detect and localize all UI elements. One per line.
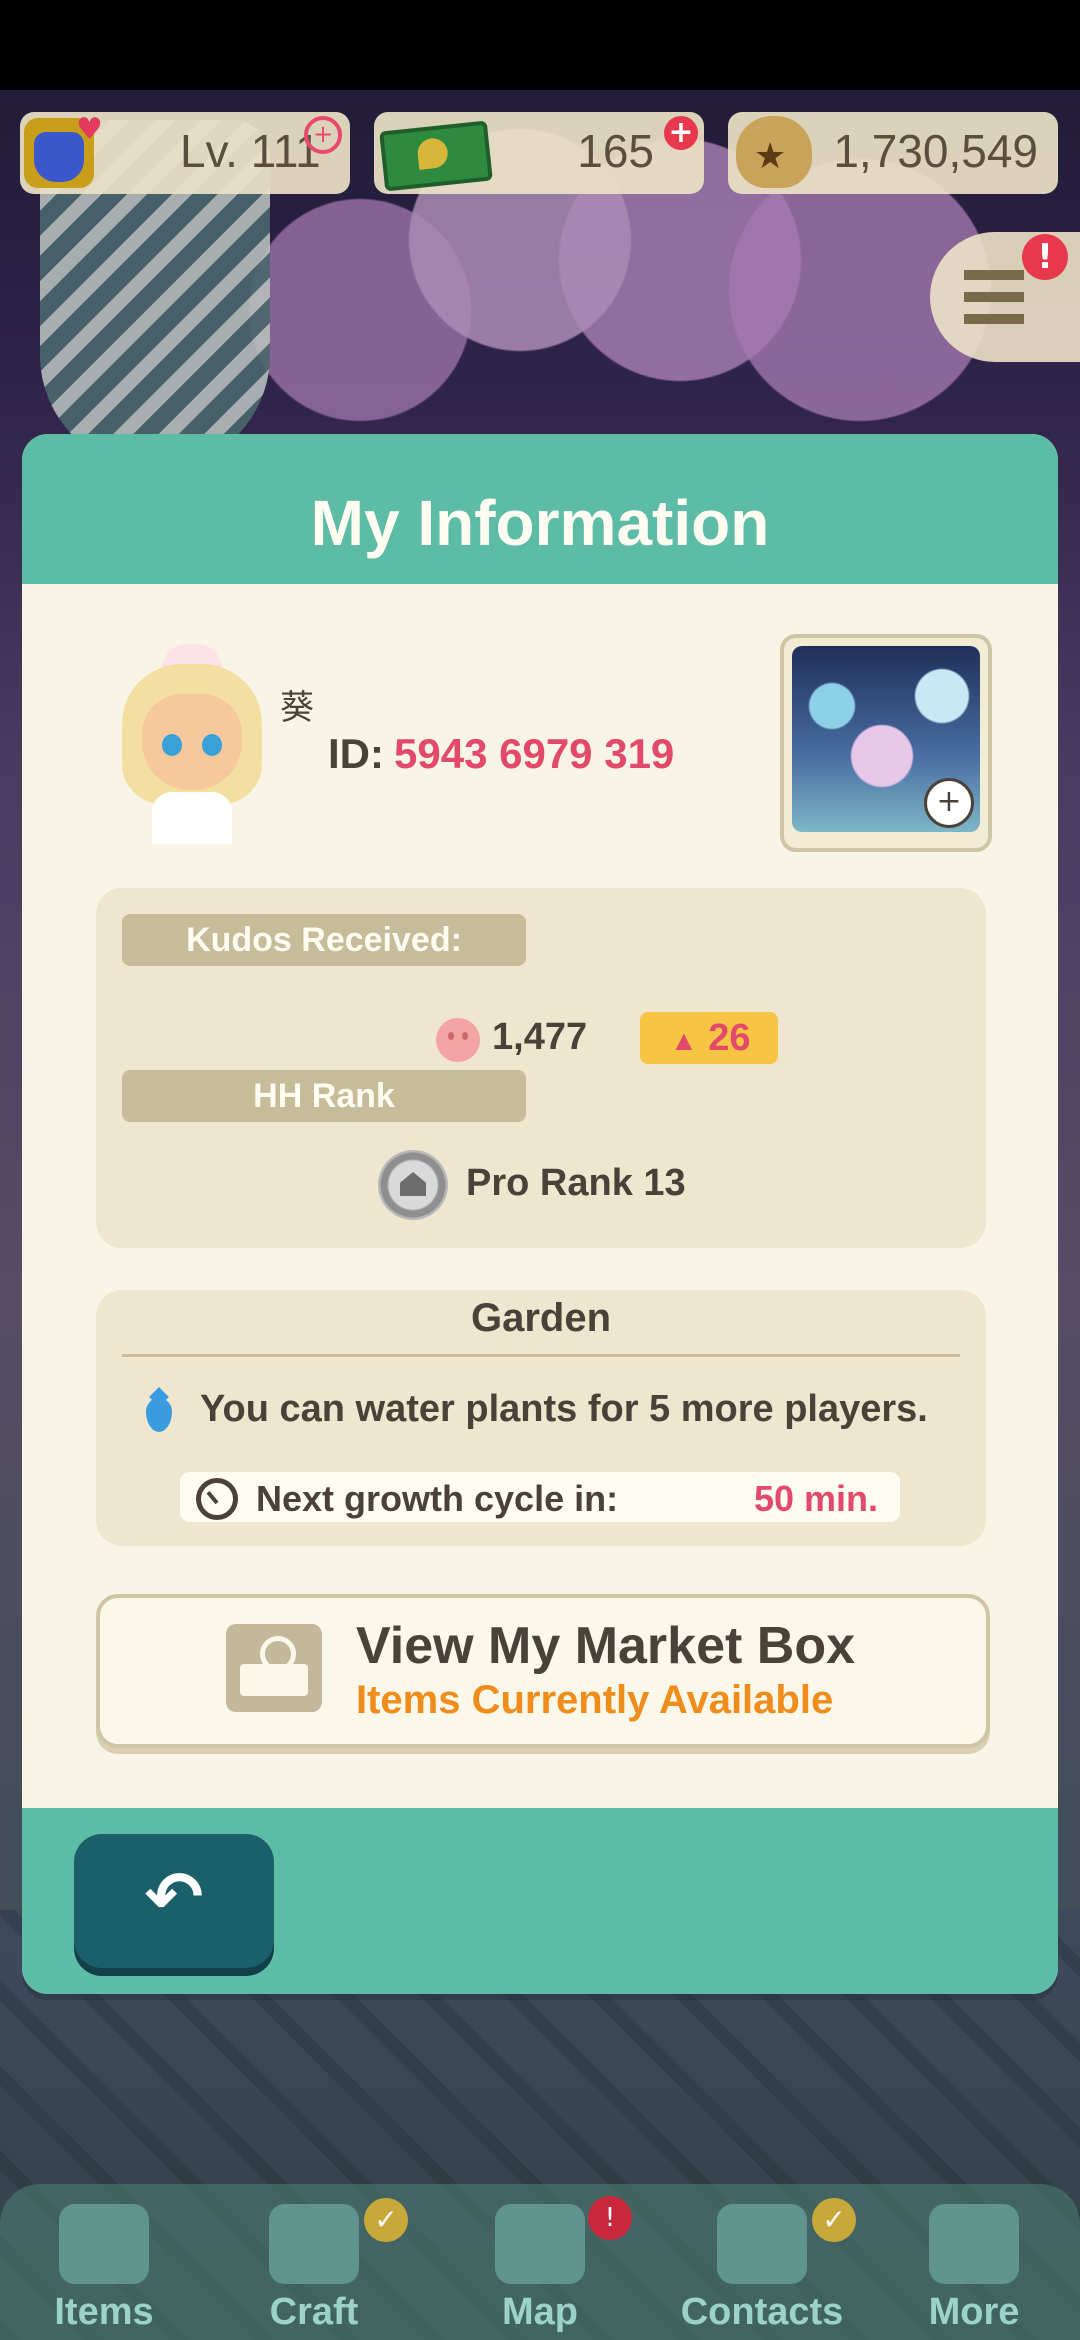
growth-cycle-bar: Next growth cycle in: 50 min.: [180, 1472, 900, 1522]
bag-icon: [59, 2204, 149, 2284]
level-zoom-icon[interactable]: +: [304, 116, 342, 154]
view-market-box-button[interactable]: View My Market Box Items Currently Avail…: [96, 1594, 990, 1748]
menu-alert-icon: !: [1022, 234, 1068, 280]
growth-cycle-value: 50 min.: [753, 1478, 878, 1519]
nav-label-map: Map: [502, 2291, 578, 2333]
kudos-label: Kudos Received:: [122, 914, 526, 966]
zoom-in-icon[interactable]: +: [924, 778, 974, 828]
craft-ready-check-icon: ✓: [364, 2198, 408, 2242]
cat-icon: [717, 2204, 807, 2284]
nav-label-craft: Craft: [269, 2291, 359, 2333]
rank-label: HH Rank: [122, 1070, 526, 1122]
bottom-navigation: Items ✓ Craft ! Map ✓ Contacts More: [0, 2184, 1080, 2340]
nav-label-contacts: Contacts: [680, 2291, 844, 2333]
nav-item-craft[interactable]: ✓ Craft: [224, 2184, 408, 2340]
nav-label-items: Items: [54, 2291, 154, 2333]
nav-item-more[interactable]: More: [884, 2184, 1064, 2340]
garden-water-text: You can water plants for 5 more players.: [200, 1388, 928, 1430]
add-tickets-icon[interactable]: +: [664, 116, 698, 150]
back-arrow-icon: ↶: [144, 1856, 204, 1938]
water-drop-icon: [146, 1398, 172, 1432]
dialog-header: My Information: [22, 434, 1058, 584]
map-icon: [495, 2204, 585, 2284]
kudos-smile-icon: [436, 1018, 480, 1062]
kudos-delta-value: 26: [708, 1017, 751, 1059]
player-name: 葵: [280, 688, 314, 728]
stats-panel: Kudos Received: 1,477 ▲ 26 HH Rank Pro R…: [96, 888, 986, 1248]
hammer-icon: [269, 2204, 359, 2284]
garden-divider: [122, 1354, 960, 1357]
bells-value: 1,730,549: [833, 125, 1038, 177]
player-id-label: ID:: [328, 730, 384, 777]
leaf-ticket-value: 165: [577, 125, 654, 177]
clock-icon: [196, 1478, 238, 1520]
bells-counter[interactable]: ★ 1,730,549: [728, 112, 1058, 194]
growth-cycle-label: Next growth cycle in:: [256, 1478, 619, 1519]
campsite-thumbnail[interactable]: +: [780, 634, 992, 852]
level-value: Lv. 111: [180, 125, 321, 177]
market-box-icon: [226, 1624, 322, 1712]
contacts-check-icon: ✓: [812, 2198, 856, 2242]
grid-icon: [929, 2204, 1019, 2284]
garden-title: Garden: [470, 1296, 612, 1340]
level-counter[interactable]: ♥ Lv. 111 +: [20, 112, 350, 194]
player-id-value: 5943 6979 319: [394, 730, 675, 777]
leaf-ticket-icon: [379, 120, 493, 192]
market-box-subtitle: Items Currently Available: [356, 1678, 834, 1722]
nav-item-items[interactable]: Items: [14, 2184, 194, 2340]
rank-medal-icon: [378, 1150, 448, 1220]
nav-label-more: More: [928, 2291, 1020, 2333]
player-avatar: [102, 644, 282, 844]
bell-bag-icon: ★: [736, 116, 812, 188]
menu-icon: [964, 270, 1024, 324]
rank-value: Pro Rank 13: [466, 1162, 686, 1204]
heart-icon: ♥: [76, 112, 103, 147]
dialog-title: My Information: [310, 487, 770, 559]
garden-panel: Garden You can water plants for 5 more p…: [96, 1290, 986, 1546]
nav-item-contacts[interactable]: ✓ Contacts: [672, 2184, 856, 2340]
map-alert-icon: !: [588, 2196, 632, 2240]
kudos-value: 1,477: [492, 1016, 588, 1058]
back-button[interactable]: ↶: [74, 1834, 274, 1968]
kudos-delta-badge: ▲ 26: [640, 1012, 778, 1064]
nav-item-map[interactable]: ! Map: [450, 2184, 632, 2340]
leaf-ticket-counter[interactable]: 165 +: [374, 112, 704, 194]
market-box-title: View My Market Box: [356, 1617, 856, 1675]
up-arrow-icon: ▲: [670, 1025, 698, 1056]
my-information-dialog: My Information 葵 ID: 5943 6979 319 + Kud…: [22, 434, 1058, 1994]
